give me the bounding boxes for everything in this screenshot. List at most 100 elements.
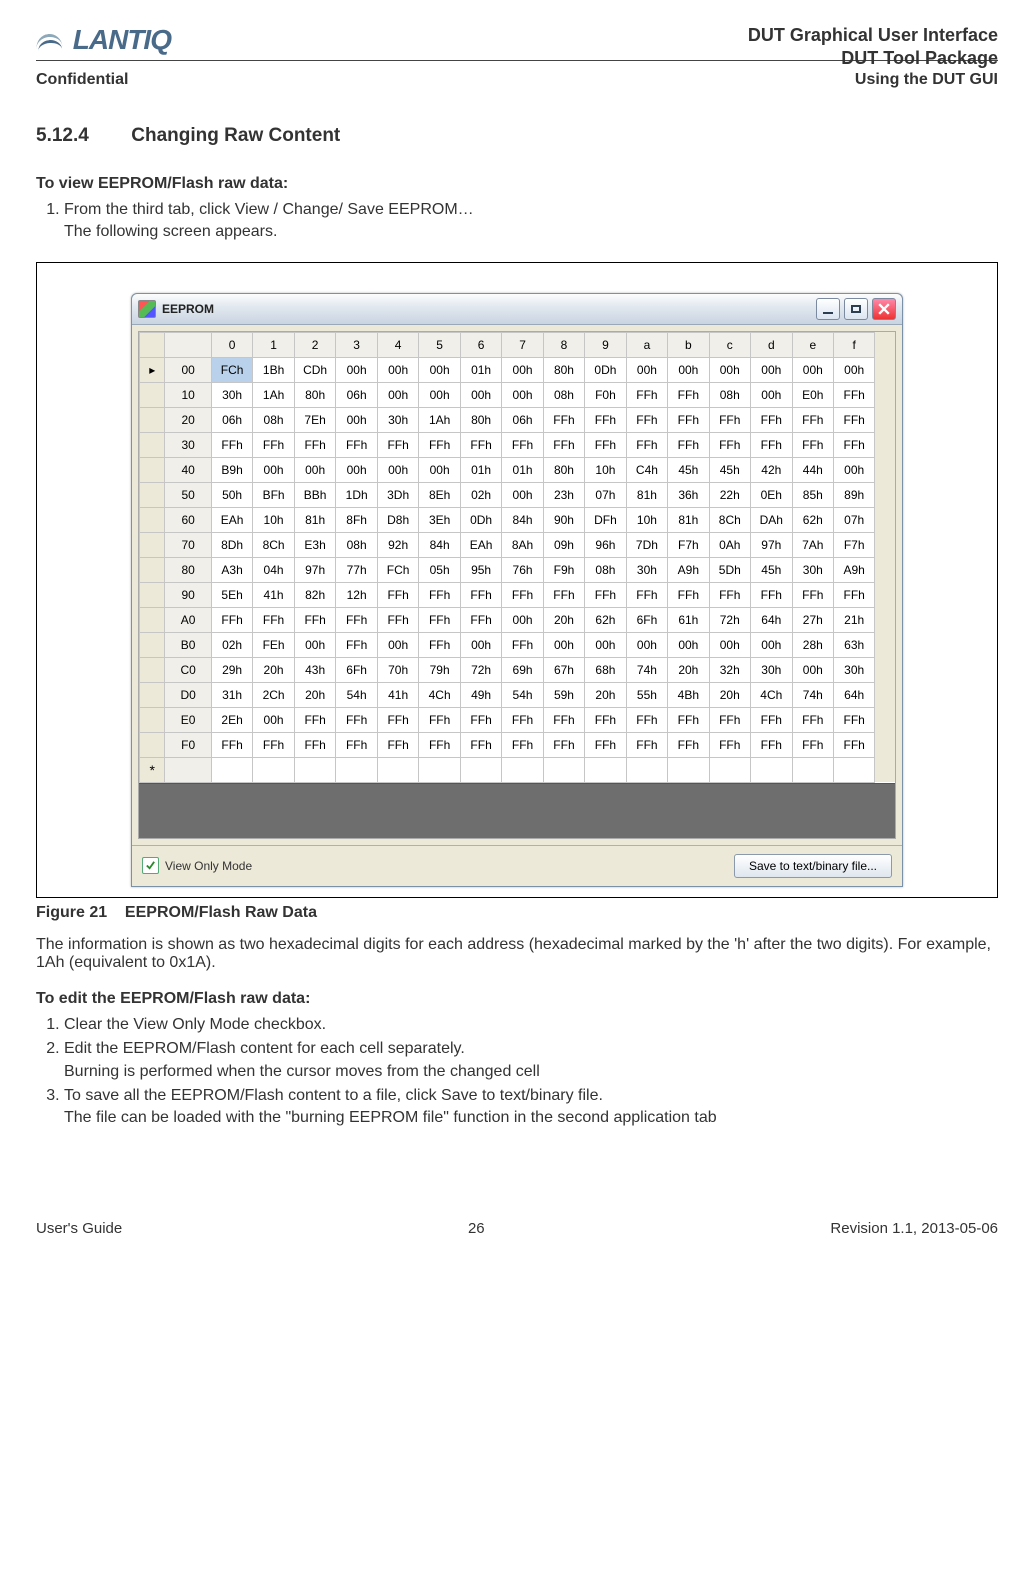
- hex-cell[interactable]: 76h: [502, 557, 543, 582]
- hex-cell[interactable]: 72h: [709, 607, 750, 632]
- hex-cell[interactable]: 32h: [709, 657, 750, 682]
- hex-grid[interactable]: 0123456789abcdef ▸00FCh1BhCDh00h00h00h01…: [139, 332, 895, 783]
- hex-cell[interactable]: FFh: [543, 582, 584, 607]
- hex-cell[interactable]: FFh: [792, 407, 833, 432]
- row-header-50[interactable]: 50: [165, 482, 211, 507]
- hex-cell[interactable]: 07h: [585, 482, 627, 507]
- hex-cell[interactable]: C4h: [626, 457, 667, 482]
- hex-cell[interactable]: 45h: [668, 457, 709, 482]
- hex-cell[interactable]: FFh: [709, 407, 750, 432]
- hex-cell[interactable]: 00h: [502, 357, 543, 382]
- hex-cell[interactable]: E3h: [294, 532, 336, 557]
- hex-cell[interactable]: FFh: [336, 732, 377, 757]
- hex-cell[interactable]: 00h: [833, 357, 874, 382]
- hex-cell[interactable]: FFh: [833, 732, 874, 757]
- row-gutter[interactable]: [140, 682, 165, 707]
- hex-cell[interactable]: FCh: [211, 357, 253, 382]
- hex-cell[interactable]: FFh: [585, 407, 627, 432]
- col-header-c[interactable]: c: [709, 332, 750, 357]
- hex-cell[interactable]: 1Ah: [419, 407, 460, 432]
- hex-cell[interactable]: 00h: [709, 632, 750, 657]
- hex-cell-empty[interactable]: [833, 757, 874, 782]
- row-gutter[interactable]: [140, 532, 165, 557]
- hex-cell[interactable]: 84h: [502, 507, 543, 532]
- row-gutter[interactable]: [140, 457, 165, 482]
- hex-cell[interactable]: FFh: [585, 707, 627, 732]
- col-header-7[interactable]: 7: [502, 332, 543, 357]
- hex-cell[interactable]: 08h: [543, 382, 584, 407]
- hex-cell[interactable]: FFh: [833, 407, 874, 432]
- hex-cell[interactable]: A9h: [668, 557, 709, 582]
- hex-cell[interactable]: FFh: [626, 707, 667, 732]
- hex-cell[interactable]: FFh: [668, 582, 709, 607]
- hex-cell[interactable]: 00h: [792, 357, 833, 382]
- hex-cell[interactable]: 00h: [833, 457, 874, 482]
- hex-cell[interactable]: FFh: [294, 707, 336, 732]
- hex-cell[interactable]: 80h: [543, 457, 584, 482]
- hex-cell[interactable]: 05h: [419, 557, 460, 582]
- hex-cell[interactable]: 09h: [543, 532, 584, 557]
- hex-cell[interactable]: FFh: [543, 432, 584, 457]
- hex-cell[interactable]: DAh: [751, 507, 793, 532]
- hex-cell[interactable]: 45h: [709, 457, 750, 482]
- hex-cell[interactable]: 7Ah: [792, 532, 833, 557]
- hex-cell[interactable]: 08h: [253, 407, 294, 432]
- hex-cell[interactable]: FFh: [336, 632, 377, 657]
- hex-cell[interactable]: 5Eh: [211, 582, 253, 607]
- hex-cell-empty[interactable]: [626, 757, 667, 782]
- hex-cell[interactable]: 00h: [751, 382, 793, 407]
- row-header-00[interactable]: 00: [165, 357, 211, 382]
- hex-cell[interactable]: 00h: [419, 382, 460, 407]
- row-gutter[interactable]: [140, 582, 165, 607]
- hex-cell[interactable]: 1Bh: [253, 357, 294, 382]
- hex-cell[interactable]: FFh: [336, 707, 377, 732]
- hex-cell[interactable]: 30h: [833, 657, 874, 682]
- row-header-20[interactable]: 20: [165, 407, 211, 432]
- hex-cell[interactable]: 10h: [626, 507, 667, 532]
- row-gutter[interactable]: [140, 557, 165, 582]
- hex-cell[interactable]: 22h: [709, 482, 750, 507]
- hex-cell[interactable]: B9h: [211, 457, 253, 482]
- hex-cell[interactable]: BBh: [294, 482, 336, 507]
- hex-cell[interactable]: 30h: [792, 557, 833, 582]
- hex-cell[interactable]: 50h: [211, 482, 253, 507]
- hex-cell[interactable]: 90h: [543, 507, 584, 532]
- hex-cell[interactable]: 01h: [460, 457, 502, 482]
- row-header-10[interactable]: 10: [165, 382, 211, 407]
- hex-cell[interactable]: FFh: [294, 432, 336, 457]
- hex-cell-empty[interactable]: [751, 757, 793, 782]
- hex-cell[interactable]: 1Dh: [336, 482, 377, 507]
- hex-cell-empty[interactable]: [460, 757, 502, 782]
- hex-cell[interactable]: FFh: [626, 407, 667, 432]
- col-header-d[interactable]: d: [751, 332, 793, 357]
- hex-cell[interactable]: FFh: [336, 432, 377, 457]
- hex-cell[interactable]: FFh: [668, 707, 709, 732]
- hex-cell[interactable]: FFh: [502, 707, 543, 732]
- hex-cell[interactable]: 28h: [792, 632, 833, 657]
- hex-cell[interactable]: 02h: [460, 482, 502, 507]
- hex-cell[interactable]: FFh: [709, 707, 750, 732]
- hex-cell[interactable]: FFh: [253, 607, 294, 632]
- hex-cell[interactable]: DFh: [585, 507, 627, 532]
- hex-cell[interactable]: 21h: [833, 607, 874, 632]
- row-gutter[interactable]: [140, 707, 165, 732]
- hex-cell[interactable]: 00h: [626, 632, 667, 657]
- hex-cell[interactable]: 97h: [294, 557, 336, 582]
- hex-cell[interactable]: CDh: [294, 357, 336, 382]
- hex-cell[interactable]: FFh: [377, 582, 419, 607]
- hex-cell[interactable]: 41h: [377, 682, 419, 707]
- hex-cell[interactable]: 41h: [253, 582, 294, 607]
- hex-cell[interactable]: 02h: [211, 632, 253, 657]
- hex-cell-empty[interactable]: [419, 757, 460, 782]
- hex-cell[interactable]: 85h: [792, 482, 833, 507]
- hex-cell-empty[interactable]: [585, 757, 627, 782]
- hex-cell[interactable]: 68h: [585, 657, 627, 682]
- hex-cell[interactable]: 72h: [460, 657, 502, 682]
- hex-cell[interactable]: FFh: [585, 582, 627, 607]
- hex-cell[interactable]: 8Ch: [253, 532, 294, 557]
- hex-cell[interactable]: 62h: [792, 507, 833, 532]
- hex-cell[interactable]: FFh: [792, 582, 833, 607]
- col-header-5[interactable]: 5: [419, 332, 460, 357]
- row-gutter[interactable]: [140, 607, 165, 632]
- row-gutter[interactable]: [140, 732, 165, 757]
